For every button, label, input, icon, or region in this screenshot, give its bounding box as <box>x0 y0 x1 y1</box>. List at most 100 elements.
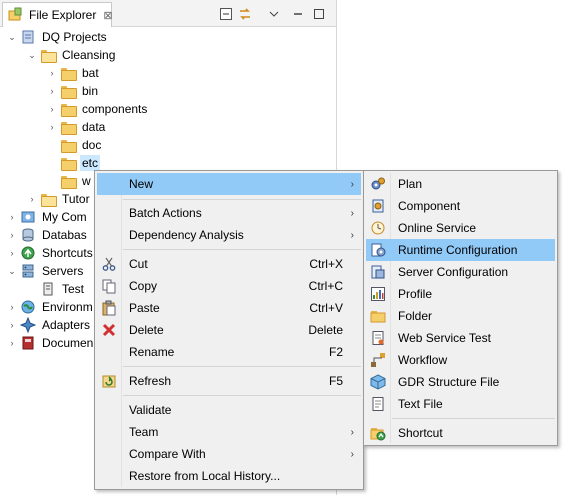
tree-label: Documen <box>42 336 94 350</box>
tree-label: bin <box>82 84 99 98</box>
collapsed-icon[interactable]: › <box>46 118 58 136</box>
collapsed-icon[interactable]: › <box>6 334 18 352</box>
menu-item-new[interactable]: New › <box>97 173 361 195</box>
tab-file-explorer[interactable]: File Explorer ⊠ <box>2 2 113 27</box>
menu-item-dependency-analysis[interactable]: Dependency Analysis › <box>97 224 361 246</box>
menu-label: Web Service Test <box>398 331 491 345</box>
link-with-editor-icon[interactable] <box>237 6 253 22</box>
submenu-item-online-service[interactable]: Online Service <box>366 217 555 239</box>
view-tab-bar: File Explorer ⊠ <box>0 0 336 27</box>
menu-item-paste[interactable]: Paste Ctrl+V <box>97 297 361 319</box>
menu-label: New <box>129 177 154 191</box>
book-icon <box>20 335 36 351</box>
tree-item-etc[interactable]: etc <box>46 154 101 172</box>
profile-chart-icon <box>370 286 386 302</box>
server-icon <box>40 281 56 297</box>
collapsed-icon[interactable]: › <box>46 64 58 82</box>
menu-label: Runtime Configuration <box>398 243 518 257</box>
submenu-item-profile[interactable]: Profile <box>366 283 555 305</box>
menu-item-copy[interactable]: Copy Ctrl+C <box>97 275 361 297</box>
gdr-structure-icon <box>370 374 386 390</box>
tree-item-dq-projects[interactable]: ⌄ DQ Projects <box>6 28 109 46</box>
submenu-item-component[interactable]: Component <box>366 195 555 217</box>
menu-label: Team <box>129 425 159 439</box>
menu-label: Paste <box>129 301 160 315</box>
menu-item-rename[interactable]: Rename F2 <box>97 341 361 363</box>
tree-item-shortcuts[interactable]: › Shortcuts <box>6 244 95 262</box>
menu-item-delete[interactable]: Delete Delete <box>97 319 361 341</box>
tree-item-cleansing[interactable]: ⌄ Cleansing <box>26 46 117 64</box>
menu-label: Plan <box>398 177 423 191</box>
shortcut-key: Delete <box>308 323 343 337</box>
folder-icon <box>370 308 386 324</box>
submenu-item-plan[interactable]: Plan <box>366 173 555 195</box>
minimize-icon[interactable] <box>290 6 306 22</box>
collapse-all-icon[interactable] <box>218 6 234 22</box>
tree-item-adapters[interactable]: › Adapters <box>6 316 92 334</box>
submenu-item-folder[interactable]: Folder <box>366 305 555 327</box>
submenu-item-web-service-test[interactable]: Web Service Test <box>366 327 555 349</box>
tab-label: File Explorer <box>29 8 97 22</box>
tree-item-documentation[interactable]: › Documen <box>6 334 95 352</box>
tree-item-my-components[interactable]: › My Com <box>6 208 89 226</box>
collapsed-icon[interactable]: › <box>6 316 18 334</box>
menu-item-refresh[interactable]: Refresh F5 <box>97 370 361 392</box>
tree-item-databases[interactable]: › Databas <box>6 226 89 244</box>
expanded-icon[interactable]: ⌄ <box>6 262 18 280</box>
submenu-item-runtime-configuration[interactable]: Runtime Configuration <box>366 239 555 261</box>
tree-item-data[interactable]: › data <box>46 118 107 136</box>
my-components-icon <box>20 209 36 225</box>
tree-item-doc[interactable]: doc <box>46 136 103 154</box>
tree-item-w[interactable]: w <box>46 172 93 190</box>
menu-separator <box>392 418 555 419</box>
web-service-test-icon <box>370 330 386 346</box>
submenu-item-shortcut[interactable]: Shortcut <box>366 422 555 444</box>
submenu-item-workflow[interactable]: Workflow <box>366 349 555 371</box>
collapsed-icon[interactable]: › <box>6 208 18 226</box>
shortcut-key: Ctrl+C <box>308 279 343 293</box>
collapsed-icon[interactable]: › <box>6 298 18 316</box>
online-service-icon <box>370 220 386 236</box>
open-folder-icon <box>40 47 57 63</box>
menu-item-restore-local-history[interactable]: Restore from Local History... <box>97 465 361 487</box>
maximize-icon[interactable] <box>311 6 327 22</box>
tree-item-servers[interactable]: ⌄ Servers <box>6 262 85 280</box>
menu-item-cut[interactable]: Cut Ctrl+X <box>97 253 361 275</box>
adapters-icon <box>19 316 37 334</box>
refresh-icon <box>101 373 117 389</box>
menu-label: Restore from Local History... <box>129 469 281 483</box>
view-menu-icon[interactable] <box>266 6 282 22</box>
collapsed-icon[interactable]: › <box>46 100 58 118</box>
tree-item-components[interactable]: › components <box>46 100 149 118</box>
open-folder-icon <box>40 191 57 207</box>
folder-icon <box>60 65 77 81</box>
menu-label: Rename <box>129 345 175 359</box>
tree-item-test[interactable]: Test <box>26 280 86 298</box>
tree-label: Databas <box>42 228 87 242</box>
collapsed-icon[interactable]: › <box>6 244 18 262</box>
tree-label: Shortcuts <box>42 246 93 260</box>
menu-item-validate[interactable]: Validate <box>97 399 361 421</box>
close-icon[interactable]: ⊠ <box>103 9 112 22</box>
tree-item-bin[interactable]: › bin <box>46 82 100 100</box>
menu-item-compare-with[interactable]: Compare With › <box>97 443 361 465</box>
menu-item-batch-actions[interactable]: Batch Actions › <box>97 202 361 224</box>
environment-icon <box>20 299 36 315</box>
shortcut-key: Ctrl+V <box>309 301 343 315</box>
collapsed-icon[interactable]: › <box>6 226 18 244</box>
expanded-icon[interactable]: ⌄ <box>6 28 18 46</box>
collapsed-icon[interactable]: › <box>46 82 58 100</box>
menu-label: Validate <box>129 403 172 417</box>
tree-label: doc <box>82 138 102 152</box>
submenu-item-text-file[interactable]: Text File <box>366 393 555 415</box>
menu-label: Cut <box>129 257 148 271</box>
collapsed-icon[interactable]: › <box>26 190 38 208</box>
expanded-icon[interactable]: ⌄ <box>26 46 38 64</box>
tree-item-bat[interactable]: › bat <box>46 64 101 82</box>
menu-item-team[interactable]: Team › <box>97 421 361 443</box>
submenu-item-server-configuration[interactable]: Server Configuration <box>366 261 555 283</box>
tree-item-environments[interactable]: › Environm <box>6 298 95 316</box>
component-icon <box>370 198 386 214</box>
tree-item-tutorials[interactable]: › Tutor <box>26 190 92 208</box>
submenu-item-gdr-structure-file[interactable]: GDR Structure File <box>366 371 555 393</box>
